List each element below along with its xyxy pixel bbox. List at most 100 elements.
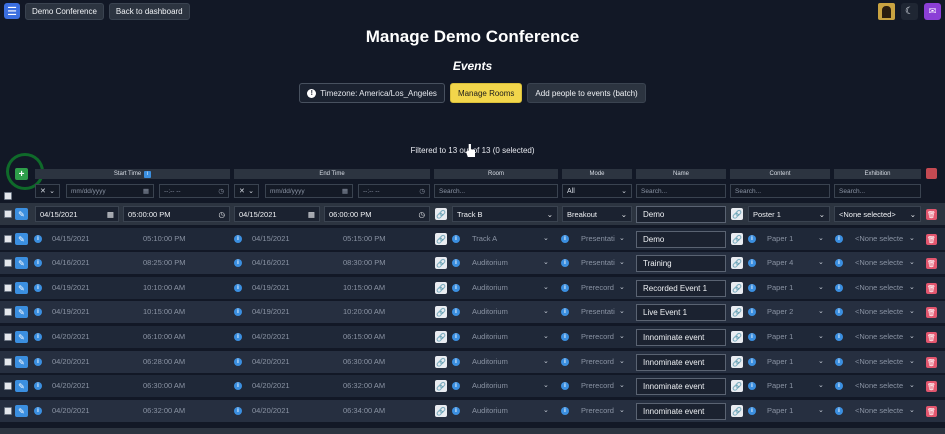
name-cell[interactable]: Recorded Event 1 <box>636 280 726 297</box>
column-header-mode[interactable]: Mode <box>562 169 632 179</box>
content-search-input[interactable]: Search... <box>730 184 830 198</box>
end-time-cell[interactable]: 10:20:00 AM <box>343 307 385 316</box>
edit-icon[interactable]: ✎ <box>15 233 28 245</box>
exhibition-cell[interactable]: <None selecte <box>855 406 903 415</box>
exhibition-cell[interactable]: <None selecte <box>855 234 903 243</box>
name-search-input[interactable]: Search... <box>636 184 726 198</box>
link-icon[interactable]: 🔗 <box>435 356 447 368</box>
end-time-cell[interactable]: 06:15:00 AM <box>343 332 385 341</box>
trash-icon[interactable]: 🗑 <box>926 307 937 318</box>
back-to-dashboard-button[interactable]: Back to dashboard <box>108 2 190 20</box>
moon-icon[interactable]: ☾ <box>901 2 918 20</box>
start-date-cell[interactable]: 04/19/2021 <box>52 307 90 316</box>
link-icon[interactable]: 🔗 <box>731 282 743 294</box>
name-cell[interactable]: Innominate event <box>636 354 726 371</box>
link-icon[interactable]: 🔗 <box>435 306 447 318</box>
start-time-cell[interactable]: 06:10:00 AM <box>143 332 185 341</box>
mode-cell[interactable]: Prerecord <box>581 332 614 341</box>
start-date-filter[interactable]: mm/dd/yyyy ▦ <box>66 184 154 198</box>
end-date-cell[interactable]: 04/20/2021 <box>252 332 290 341</box>
room-cell[interactable]: Auditorium <box>472 357 508 366</box>
mode-filter-select[interactable]: All ⌄ <box>562 184 632 198</box>
mode-cell[interactable]: Prerecord <box>581 406 614 415</box>
end-date-cell[interactable]: 04/20/2021 <box>252 357 290 366</box>
trash-icon[interactable]: 🗑 <box>926 381 937 392</box>
row-checkbox[interactable] <box>4 407 12 415</box>
edit-icon[interactable]: ✎ <box>15 356 28 368</box>
end-time-cell[interactable]: 05:15:00 PM <box>343 234 386 243</box>
column-header-name[interactable]: Name <box>636 169 726 179</box>
room-search-input[interactable]: Search... <box>434 184 558 198</box>
end-time-cell[interactable]: 08:30:00 PM <box>343 258 386 267</box>
start-date-cell[interactable]: 04/20/2021 <box>52 406 90 415</box>
name-cell[interactable]: Innominate event <box>636 378 726 395</box>
mode-cell[interactable]: Prerecord <box>581 381 614 390</box>
link-icon[interactable]: 🔗 <box>731 356 743 368</box>
start-filter-mode[interactable]: ✕ ⌄ <box>35 184 60 198</box>
trash-icon[interactable]: 🗑 <box>926 406 937 417</box>
content-cell[interactable]: Paper 1 <box>767 381 793 390</box>
end-date-input[interactable]: 04/15/2021 ▦ <box>234 206 320 222</box>
trash-icon[interactable]: 🗑 <box>926 258 937 269</box>
end-time-cell[interactable]: 06:34:00 AM <box>343 406 385 415</box>
column-header-exhibition[interactable]: Exhibition <box>834 169 921 179</box>
mode-cell[interactable]: Presentati <box>581 258 615 267</box>
name-cell[interactable]: Training <box>636 255 726 272</box>
edit-icon[interactable]: ✎ <box>15 405 28 417</box>
link-icon[interactable]: 🔗 <box>731 208 743 220</box>
end-time-cell[interactable]: 06:32:00 AM <box>343 381 385 390</box>
start-time-cell[interactable]: 06:30:00 AM <box>143 381 185 390</box>
chat-icon[interactable]: ✉ <box>924 2 941 20</box>
conference-button[interactable]: Demo Conference <box>25 2 104 20</box>
end-filter-mode[interactable]: ✕ ⌄ <box>234 184 259 198</box>
edit-icon[interactable]: ✎ <box>15 257 28 269</box>
end-date-cell[interactable]: 04/20/2021 <box>252 381 290 390</box>
end-date-cell[interactable]: 04/19/2021 <box>252 283 290 292</box>
content-cell[interactable]: Paper 1 <box>767 234 793 243</box>
room-cell[interactable]: Auditorium <box>472 258 508 267</box>
start-date-cell[interactable]: 04/19/2021 <box>52 283 90 292</box>
link-icon[interactable]: 🔗 <box>731 405 743 417</box>
name-input[interactable]: Demo <box>636 206 726 223</box>
content-cell[interactable]: Paper 1 <box>767 283 793 292</box>
name-cell[interactable]: Innominate event <box>636 403 726 420</box>
mode-cell[interactable]: Prerecord <box>581 357 614 366</box>
mode-cell[interactable]: Prerecord <box>581 283 614 292</box>
exhibition-cell[interactable]: <None selecte <box>855 332 903 341</box>
edit-icon[interactable]: ✎ <box>15 380 28 392</box>
row-checkbox[interactable] <box>4 382 12 390</box>
content-cell[interactable]: Paper 2 <box>767 307 793 316</box>
start-time-cell[interactable]: 10:10:00 AM <box>143 283 185 292</box>
trash-icon[interactable]: 🗑 <box>926 357 937 368</box>
start-date-cell[interactable]: 04/20/2021 <box>52 357 90 366</box>
start-time-cell[interactable]: 08:25:00 PM <box>143 258 186 267</box>
start-time-cell[interactable]: 06:32:00 AM <box>143 406 185 415</box>
content-select[interactable]: Poster 1 ⌄ <box>748 206 830 222</box>
link-icon[interactable]: 🔗 <box>731 257 743 269</box>
mode-cell[interactable]: Presentati <box>581 307 615 316</box>
end-time-cell[interactable]: 10:15:00 AM <box>343 283 385 292</box>
content-cell[interactable]: Paper 4 <box>767 258 793 267</box>
column-header-start-time[interactable]: Start Time i <box>35 169 230 179</box>
name-cell[interactable]: Innominate event <box>636 329 726 346</box>
row-checkbox[interactable] <box>4 333 12 341</box>
start-time-cell[interactable]: 10:15:00 AM <box>143 307 185 316</box>
exhibition-cell[interactable]: <None selecte <box>855 381 903 390</box>
exhibition-select[interactable]: <None selected> ⌄ <box>834 206 921 222</box>
room-cell[interactable]: Auditorium <box>472 307 508 316</box>
content-cell[interactable]: Paper 1 <box>767 357 793 366</box>
start-date-cell[interactable]: 04/20/2021 <box>52 332 90 341</box>
link-icon[interactable]: 🔗 <box>435 233 447 245</box>
edit-icon[interactable]: ✎ <box>15 331 28 343</box>
mode-select[interactable]: Breakout ⌄ <box>562 206 632 222</box>
room-cell[interactable]: Auditorium <box>472 332 508 341</box>
link-icon[interactable]: 🔗 <box>435 405 447 417</box>
mode-cell[interactable]: Presentati <box>581 234 615 243</box>
exhibition-cell[interactable]: <None selecte <box>855 258 903 267</box>
row-checkbox[interactable] <box>4 284 12 292</box>
trash-icon[interactable]: 🗑 <box>926 283 937 294</box>
link-icon[interactable]: 🔗 <box>731 306 743 318</box>
room-cell[interactable]: Auditorium <box>472 381 508 390</box>
room-cell[interactable]: Auditorium <box>472 283 508 292</box>
start-date-cell[interactable]: 04/16/2021 <box>52 258 90 267</box>
